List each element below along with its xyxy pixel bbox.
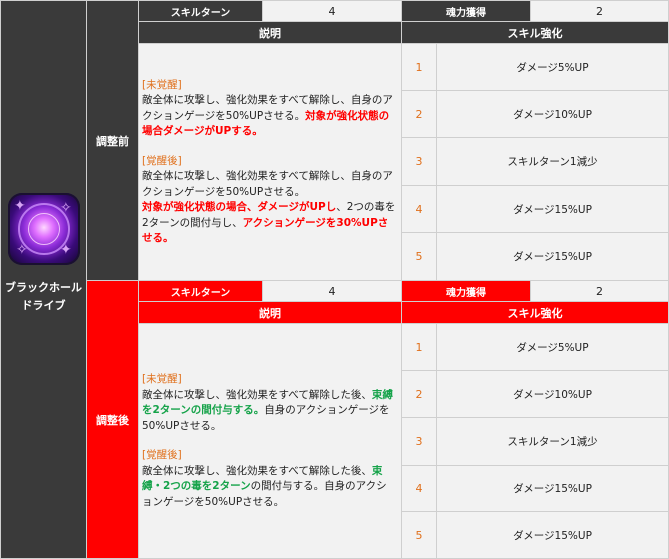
after-unawakened-block: [未覚醒] 敵全体に攻撃し、強化効果をすべて解除した後、束縛を2ターンの間付与す… [142,372,397,434]
black-hole-skill-icon: ✦ ✧ ✧ ✦ [8,193,80,265]
before-unawakened-block: [未覚醒] 敵全体に攻撃し、強化効果をすべて解除し、自身のアクションゲージを50… [142,78,397,140]
skill-column: ✦ ✧ ✧ ✦ ブラックホール ドライブ [1,1,86,558]
unawakened-tag: [未覚醒] [142,78,182,91]
skill-name-line1: ブラックホール [5,281,82,294]
icon-sparkle: ✦ [60,242,72,258]
before-skill-turn-value: 4 [263,1,401,21]
awakened-highlight-1: 対象が強化状態の場合、ダメージがUPし [142,201,337,213]
awakened-text: 敵全体に攻撃し、強化効果をすべて解除した後、 [142,464,372,477]
after-enh-effect: ダメージ10%UP [437,371,668,417]
after-enh-level: 5 [402,512,436,558]
unawakened-tag: [未覚醒] [142,373,182,385]
before-soul-value: 2 [531,1,668,21]
after-skill-turn-label: スキルターン [139,281,262,301]
before-awakened-block: [覚醒後] 敵全体に攻撃し、強化効果をすべて解除し、自身のアクションゲージを50… [142,154,397,247]
unawakened-text: 敵全体に攻撃し、強化効果をすべて解除した後、 [142,388,372,401]
after-enh-effect: ダメージ15%UP [437,466,668,511]
before-label: 調整前 [87,1,138,280]
icon-sparkle: ✧ [16,242,28,258]
icon-sparkle: ✧ [60,200,72,216]
before-enh-level: 1 [402,44,436,90]
icon-inner-ring [28,213,60,245]
before-enh-level: 5 [402,233,436,280]
after-enh-level: 3 [402,418,436,465]
before-enh-effect: ダメージ15%UP [437,186,668,232]
before-desc-header: 説明 [139,22,401,43]
after-soul-value: 2 [531,281,668,301]
awakened-tag: [覚醒後] [142,154,182,167]
before-enh-effect: ダメージ10%UP [437,91,668,137]
before-enh-effect: ダメージ15%UP [437,233,668,280]
before-enh-effect: スキルターン1減少 [437,138,668,185]
after-skill-turn-value: 4 [263,281,401,301]
awakened-text: 敵全体に攻撃し、強化効果をすべて解除し、自身のアクションゲージを50%UPさせる… [142,170,393,198]
after-enh-level: 2 [402,371,436,417]
after-enh-header: スキル強化 [402,302,668,323]
awakened-tag: [覚醒後] [142,449,182,461]
after-enh-effect: ダメージ5%UP [437,324,668,370]
before-soul-label: 魂力獲得 [402,1,530,21]
before-enh-level: 4 [402,186,436,232]
after-soul-label: 魂力獲得 [402,281,530,301]
skill-comparison-table: ✦ ✧ ✧ ✦ ブラックホール ドライブ 調整前 スキルターン 4 魂力獲得 2… [0,0,669,559]
before-enh-header: スキル強化 [402,22,668,43]
after-enh-effect: スキルターン1減少 [437,418,668,465]
before-description: [未覚醒] 敵全体に攻撃し、強化効果をすべて解除し、自身のアクションゲージを50… [139,44,401,280]
after-awakened-block: [覚醒後] 敵全体に攻撃し、強化効果をすべて解除した後、束縛・2つの毒を2ターン… [142,448,397,510]
after-enh-effect: ダメージ15%UP [437,512,668,558]
after-description: [未覚醒] 敵全体に攻撃し、強化効果をすべて解除した後、束縛を2ターンの間付与す… [139,324,401,558]
before-enh-effect: ダメージ5%UP [437,44,668,90]
skill-name: ブラックホール ドライブ [1,279,86,315]
before-enh-level: 2 [402,91,436,137]
after-enh-level: 1 [402,324,436,370]
skill-name-line2: ドライブ [21,299,66,312]
after-desc-header: 説明 [139,302,401,323]
before-enh-level: 3 [402,138,436,185]
before-skill-turn-label: スキルターン [139,1,262,21]
icon-sparkle: ✦ [14,198,26,214]
after-label: 調整後 [87,281,138,558]
after-enh-level: 4 [402,466,436,511]
